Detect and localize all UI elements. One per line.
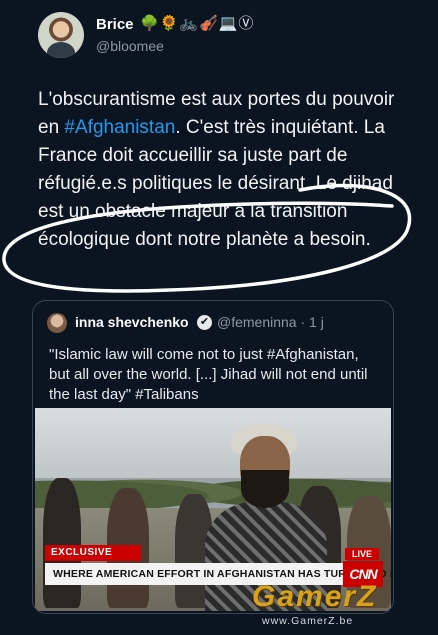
media-main-person-beard bbox=[241, 470, 289, 508]
hashtag-link[interactable]: #Afghanistan bbox=[64, 117, 175, 138]
quoted-tweet-text: "Islamic law will come not to just #Afgh… bbox=[49, 346, 368, 403]
quoted-author-avatar[interactable] bbox=[47, 313, 67, 333]
author-handle[interactable]: @bloomee bbox=[96, 38, 164, 54]
watermark-url: www.GamerZ.be bbox=[262, 615, 354, 627]
quoted-tweet[interactable]: inna shevchenko ✔ @femeninna · 1 j "Isla… bbox=[32, 300, 394, 614]
quoted-author-name[interactable]: inna shevchenko bbox=[75, 314, 189, 330]
author-emojis: 🌳🌻🚲🎻💻Ⓥ bbox=[140, 15, 255, 32]
quoted-author-handle[interactable]: @femeninna · 1 j bbox=[217, 314, 324, 330]
verified-badge-icon: ✔ bbox=[197, 315, 212, 330]
author-avatar[interactable] bbox=[38, 12, 84, 58]
live-label: LIVE bbox=[345, 548, 379, 560]
author-name[interactable]: Brice bbox=[96, 16, 134, 33]
media-person bbox=[43, 478, 81, 608]
exclusive-label: EXCLUSIVE bbox=[45, 545, 141, 561]
watermark-logo: GamerZ bbox=[252, 580, 378, 613]
tweet-header: Brice 🌳🌻🚲🎻💻Ⓥ @bloomee bbox=[38, 8, 428, 60]
tweet-text: L'obscurantisme est aux portes du pouvoi… bbox=[38, 86, 406, 254]
